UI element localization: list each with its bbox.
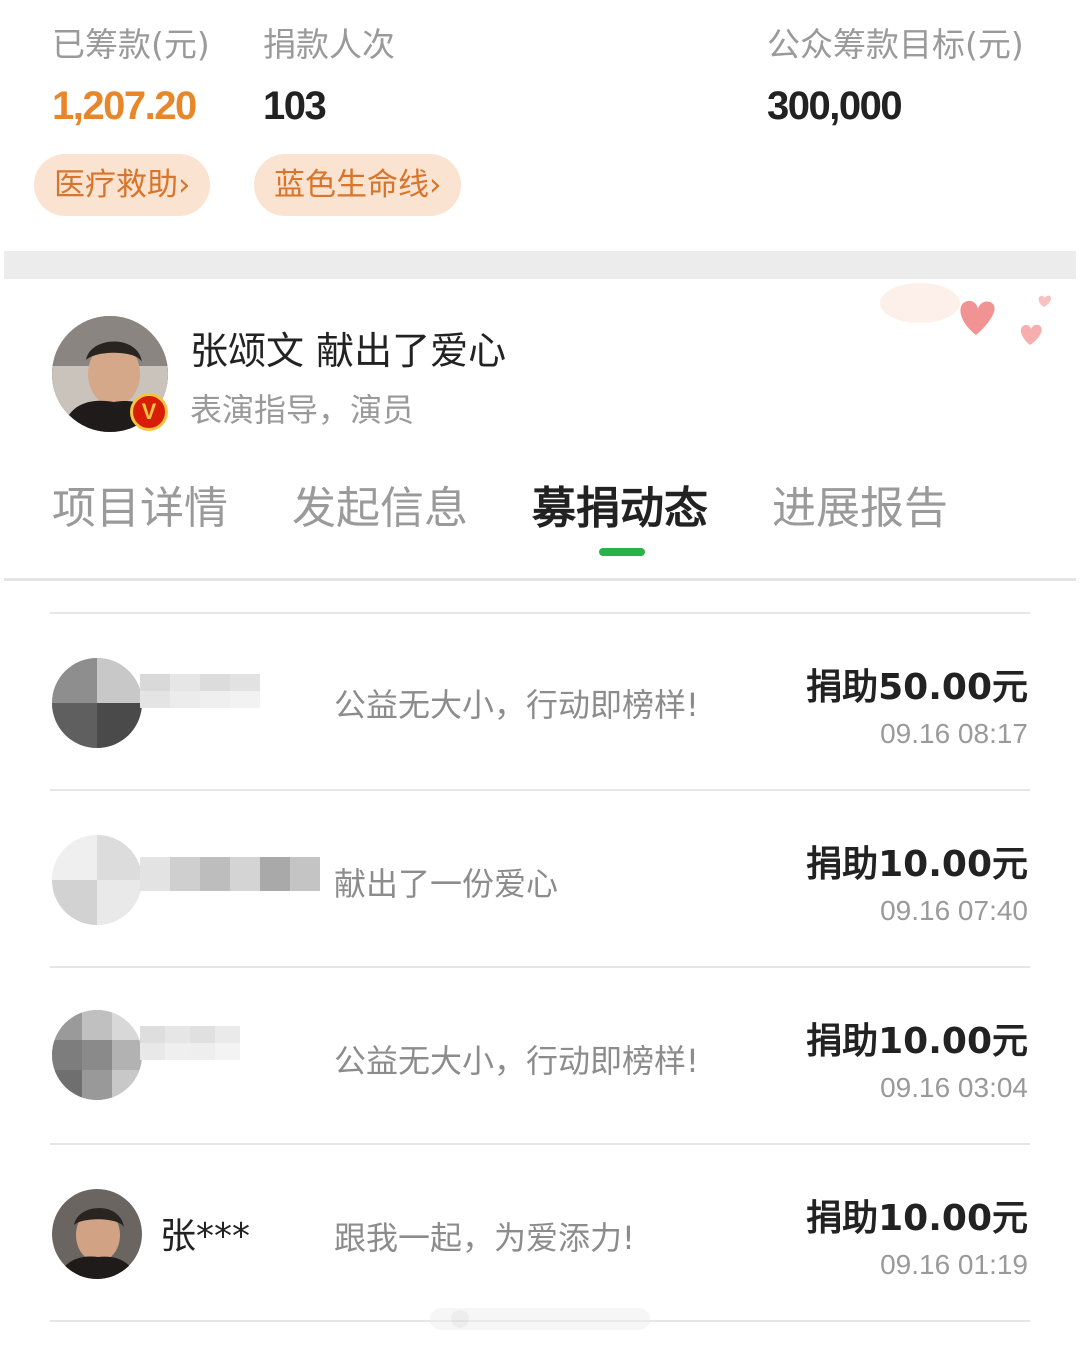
donation-amount: 捐助10.00元 xyxy=(806,844,1028,885)
tag-blue-lifeline[interactable]: 蓝色生命线› xyxy=(254,154,462,216)
donations-label: 捐款人次 xyxy=(263,25,395,64)
featured-donor-title: 张颂文 献出了爱心 xyxy=(190,329,507,373)
tab-progress-report[interactable]: 进展报告 xyxy=(772,472,948,536)
donations-value: 103 xyxy=(263,84,327,128)
raised-label: 已筹款(元) xyxy=(52,25,210,64)
donation-row: 张*** 跟我一起，为爱添力! 捐助10.00元 09.16 01:19 xyxy=(0,1145,1080,1321)
donation-time: 09.16 03:04 xyxy=(880,1072,1028,1103)
donor-avatar-pixelated xyxy=(52,835,142,925)
raised-value: 1,207.20 xyxy=(52,84,197,128)
donation-amount: 捐助10.00元 xyxy=(806,1198,1028,1239)
donor-name: 张*** xyxy=(160,1216,251,1257)
verified-badge-icon: V xyxy=(130,393,168,431)
active-tab-indicator xyxy=(599,548,645,556)
goal-label: 公众筹款目标(元) xyxy=(767,25,1024,64)
tab-initiator-info[interactable]: 发起信息 xyxy=(292,472,468,536)
donation-row: 公益无大小，行动即榜样! 捐助10.00元 09.16 03:04 xyxy=(0,968,1080,1144)
donation-time: 09.16 08:17 xyxy=(880,718,1028,749)
donation-message: 公益无大小，行动即榜样! xyxy=(334,1042,699,1080)
watermark-logo xyxy=(430,1308,650,1330)
tag-medical-aid[interactable]: 医疗救助› xyxy=(34,154,211,216)
donor-name-pixelated xyxy=(140,674,260,708)
donation-message: 跟我一起，为爱添力! xyxy=(334,1219,635,1257)
goal-value: 300,000 xyxy=(767,84,903,128)
donation-row: 公益无大小，行动即榜样! 捐助50.00元 09.16 08:17 xyxy=(0,614,1080,790)
donation-time: 09.16 07:40 xyxy=(880,895,1028,926)
donor-avatar[interactable] xyxy=(52,1189,142,1279)
donations-stat: 捐款人次 103 xyxy=(263,18,395,129)
donor-name-pixelated xyxy=(140,857,320,891)
tab-project-details[interactable]: 项目详情 xyxy=(52,472,228,536)
donation-amount: 捐助10.00元 xyxy=(806,1021,1028,1062)
featured-donor-subtitle: 表演指导，演员 xyxy=(190,391,415,429)
donor-avatar-pixelated xyxy=(52,658,142,748)
donation-message: 公益无大小，行动即榜样! xyxy=(334,686,699,724)
goal-stat: 公众筹款目标(元) 300,000 xyxy=(767,18,1024,129)
donation-time: 09.16 01:19 xyxy=(880,1249,1028,1280)
hearts-decoration xyxy=(880,283,1052,345)
donor-name-pixelated xyxy=(140,1026,240,1060)
section-separator xyxy=(4,251,1076,279)
tabs-divider xyxy=(4,578,1076,581)
donation-row: 献出了一份爱心 捐助10.00元 09.16 07:40 xyxy=(0,791,1080,967)
raised-stat: 已筹款(元) 1,207.20 xyxy=(52,18,210,129)
donation-message: 献出了一份爱心 xyxy=(334,865,559,903)
donor-avatar-pixelated xyxy=(52,1010,142,1100)
tab-donation-updates[interactable]: 募捐动态 xyxy=(532,472,708,536)
donation-amount: 捐助50.00元 xyxy=(806,667,1028,708)
